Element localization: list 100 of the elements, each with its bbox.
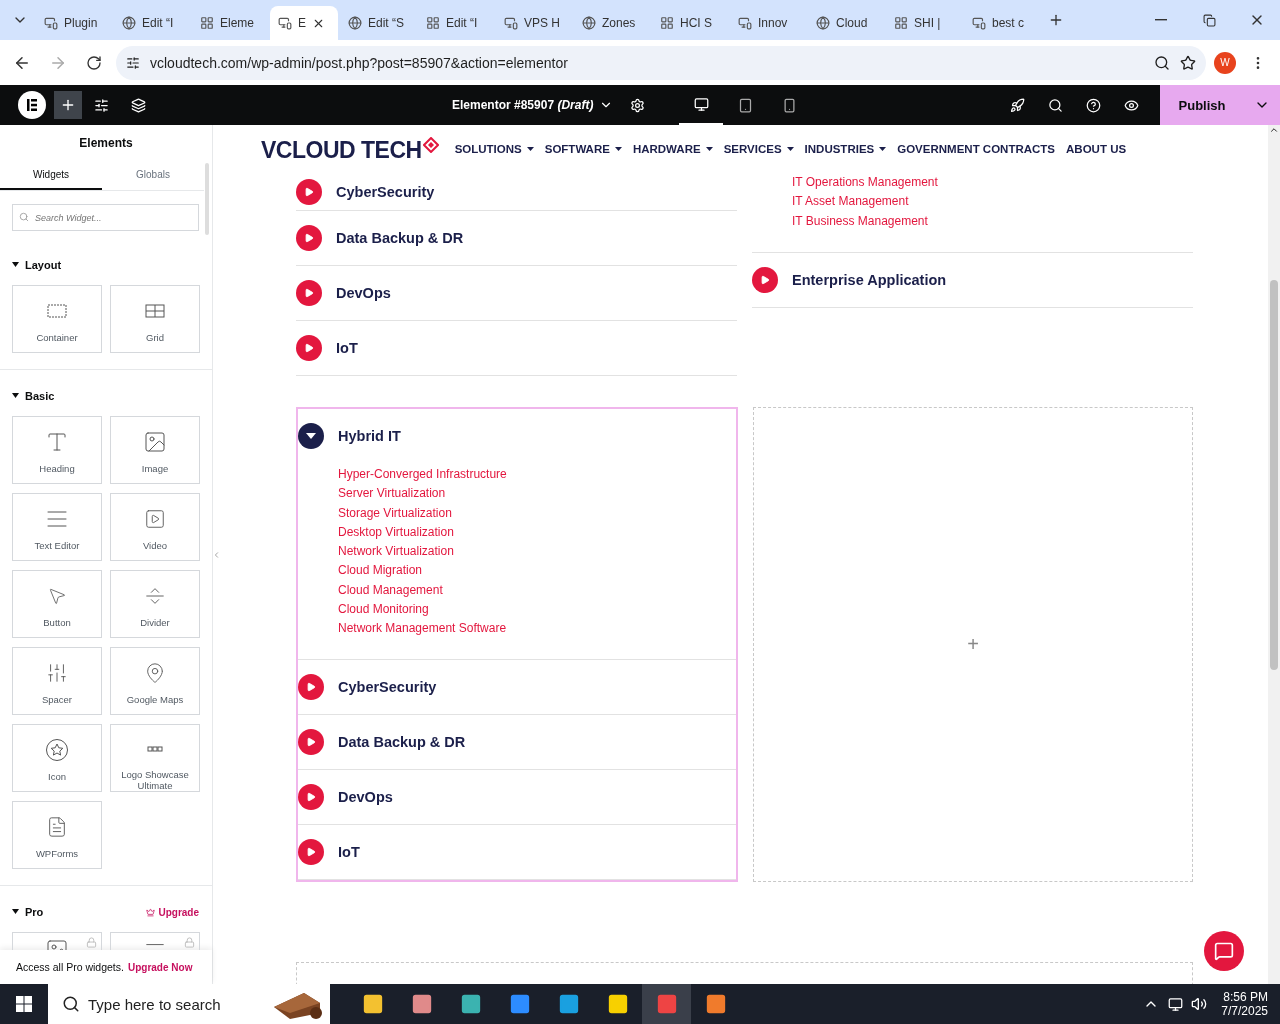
nav-link[interactable]: SOLUTIONS — [454, 143, 534, 155]
widget-tile[interactable]: Container — [12, 285, 102, 353]
browser-tab[interactable]: VPS H — [496, 6, 572, 40]
accordion-title: IoT — [338, 843, 360, 860]
submenu-link[interactable]: IT Business Management — [792, 211, 1193, 231]
browser-tab[interactable]: Edit “S — [340, 6, 416, 40]
accordion-title[interactable]: Hybrid IT — [338, 428, 401, 444]
section-header[interactable]: Layout — [12, 259, 62, 271]
site-logo[interactable]: VCLOUD TECH — [261, 134, 439, 164]
nav-link[interactable]: HARDWARE — [632, 143, 713, 155]
accordion-item[interactable]: CyberSecurity — [298, 659, 736, 715]
submenu-link[interactable]: IT Asset Management — [792, 192, 1193, 212]
widget-tile[interactable]: Icon — [12, 724, 102, 792]
browser-tab[interactable]: Plugin — [36, 6, 112, 40]
nav-link[interactable]: SOFTWARE — [544, 143, 622, 155]
address-bar[interactable]: vcloudtech.com/wp-admin/post.php?post=85907&action=elementor — [116, 45, 1206, 80]
panel-scrollbar[interactable] — [205, 163, 209, 235]
widget-tile[interactable]: WPForms — [12, 801, 102, 869]
widget-tile[interactable]: Spacer — [12, 647, 102, 715]
accordion-title: Enterprise Application — [792, 271, 947, 288]
favicon-icon — [44, 16, 58, 30]
taskbar-search-field[interactable]: Type here to search — [48, 984, 330, 1024]
widget-label: Spacer — [41, 694, 73, 705]
upgrade-now-link[interactable]: Upgrade Now — [127, 961, 193, 973]
widget-tile[interactable]: Google Maps — [110, 647, 200, 715]
submenu-link[interactable]: Storage Virtualization — [338, 503, 736, 523]
nav-link[interactable]: SERVICES — [723, 143, 794, 155]
elementor-logo[interactable] — [18, 91, 46, 119]
profile-avatar[interactable]: W — [1214, 51, 1236, 74]
browser-tab[interactable]: Eleme — [192, 6, 268, 40]
search-icon — [19, 212, 29, 222]
panel-tab[interactable]: Widgets — [0, 161, 102, 190]
favicon-icon — [278, 16, 292, 30]
accordion-item[interactable]: Data Backup & DR — [298, 714, 736, 770]
browser-tab[interactable]: Innov — [730, 6, 806, 40]
document-title[interactable]: Elementor #85907 (Draft) — [442, 98, 624, 112]
browser-tab[interactable]: E — [270, 6, 338, 40]
browser-tab[interactable]: Cloud — [808, 6, 884, 40]
site-info-icon[interactable] — [126, 55, 140, 70]
widget-tile[interactable]: Heading — [12, 416, 102, 484]
dashed-frame-icon — [47, 304, 67, 318]
add-widget-button[interactable]: + — [967, 632, 979, 656]
browser-tab[interactable]: Edit “I — [418, 6, 494, 40]
accordion-title: Data Backup & DR — [338, 733, 466, 750]
clock[interactable]: 8:56 PM 7/7/2025 — [1211, 990, 1280, 1018]
submenu-link[interactable]: IT Operations Management — [792, 173, 1193, 193]
submenu-link[interactable]: Cloud Monitoring — [338, 600, 736, 620]
submenu-link[interactable]: Desktop Virtualization — [338, 522, 736, 543]
accordion-item[interactable]: Enterprise Application — [752, 252, 1193, 308]
pointer-icon — [47, 586, 67, 606]
accordion-item[interactable]: DevOps — [298, 769, 736, 825]
submenu-link[interactable]: Server Virtualization — [338, 484, 736, 504]
widget-tile[interactable]: Logo Showcase Ultimate — [110, 724, 200, 792]
publish-button[interactable]: Publish — [1160, 85, 1244, 125]
submenu-link[interactable]: Cloud Management — [338, 580, 736, 601]
widget-tile[interactable]: Text Editor — [12, 493, 102, 561]
accordion-item[interactable]: IoT — [296, 321, 737, 376]
widget-tile[interactable]: Video — [110, 493, 200, 561]
nav-link[interactable]: ABOUT US — [1066, 143, 1127, 155]
tab-title: Zones — [602, 16, 636, 30]
widget-search-field[interactable]: Search Widget... — [12, 204, 199, 231]
plus-icon — [1048, 12, 1064, 28]
browser-tab[interactable]: best c — [964, 6, 1040, 40]
add-element-button[interactable] — [54, 91, 82, 119]
form-icon — [46, 816, 68, 838]
nav-link[interactable]: INDUSTRIES — [804, 143, 887, 155]
section-header[interactable]: Pro — [12, 906, 44, 918]
upgrade-link[interactable]: Upgrade — [146, 906, 199, 918]
browser-tab[interactable]: Zones — [574, 6, 650, 40]
scroll-up-icon[interactable] — [1269, 125, 1279, 135]
accordion-title: Data Backup & DR — [336, 230, 464, 246]
accordion-item[interactable]: DevOps — [296, 266, 737, 321]
caret-down-icon[interactable] — [298, 423, 324, 449]
selected-widget-frame[interactable] — [296, 407, 738, 882]
app-icon — [508, 993, 531, 1015]
map-pin-icon — [144, 662, 166, 684]
tablet-icon — [737, 97, 753, 113]
widget-tile[interactable]: Divider — [110, 570, 200, 638]
empty-column[interactable]: + — [753, 407, 1193, 882]
submenu-link[interactable]: Cloud Migration — [338, 561, 736, 581]
accordion-item[interactable]: Data Backup & DR — [296, 211, 737, 266]
accordion-item[interactable]: IoT — [298, 824, 736, 880]
widget-tile[interactable]: Image — [110, 416, 200, 484]
section-header[interactable]: Basic — [12, 390, 55, 402]
submenu-link[interactable]: Network Virtualization — [338, 542, 736, 562]
browser-tab[interactable]: Edit “I — [114, 6, 190, 40]
chat-button[interactable] — [1204, 931, 1244, 971]
chat-icon — [1214, 941, 1234, 961]
submenu-link[interactable]: Hyper-Converged Infrastructure — [338, 465, 736, 485]
browser-tab[interactable]: SHI | — [886, 6, 962, 40]
widget-tile[interactable]: Button — [12, 570, 102, 638]
bookmark-icon[interactable] — [1180, 54, 1196, 71]
scrollbar-thumb[interactable] — [1270, 280, 1278, 670]
submenu-link[interactable]: Network Management Software — [338, 619, 736, 639]
accordion-item[interactable]: CyberSecurity — [296, 173, 737, 211]
zoom-icon[interactable] — [1154, 54, 1170, 71]
widget-tile[interactable]: Grid — [110, 285, 200, 353]
panel-tab[interactable]: Globals — [102, 161, 204, 190]
nav-link[interactable]: GOVERNMENT CONTRACTS — [897, 143, 1056, 155]
browser-tab[interactable]: HCI S — [652, 6, 728, 40]
